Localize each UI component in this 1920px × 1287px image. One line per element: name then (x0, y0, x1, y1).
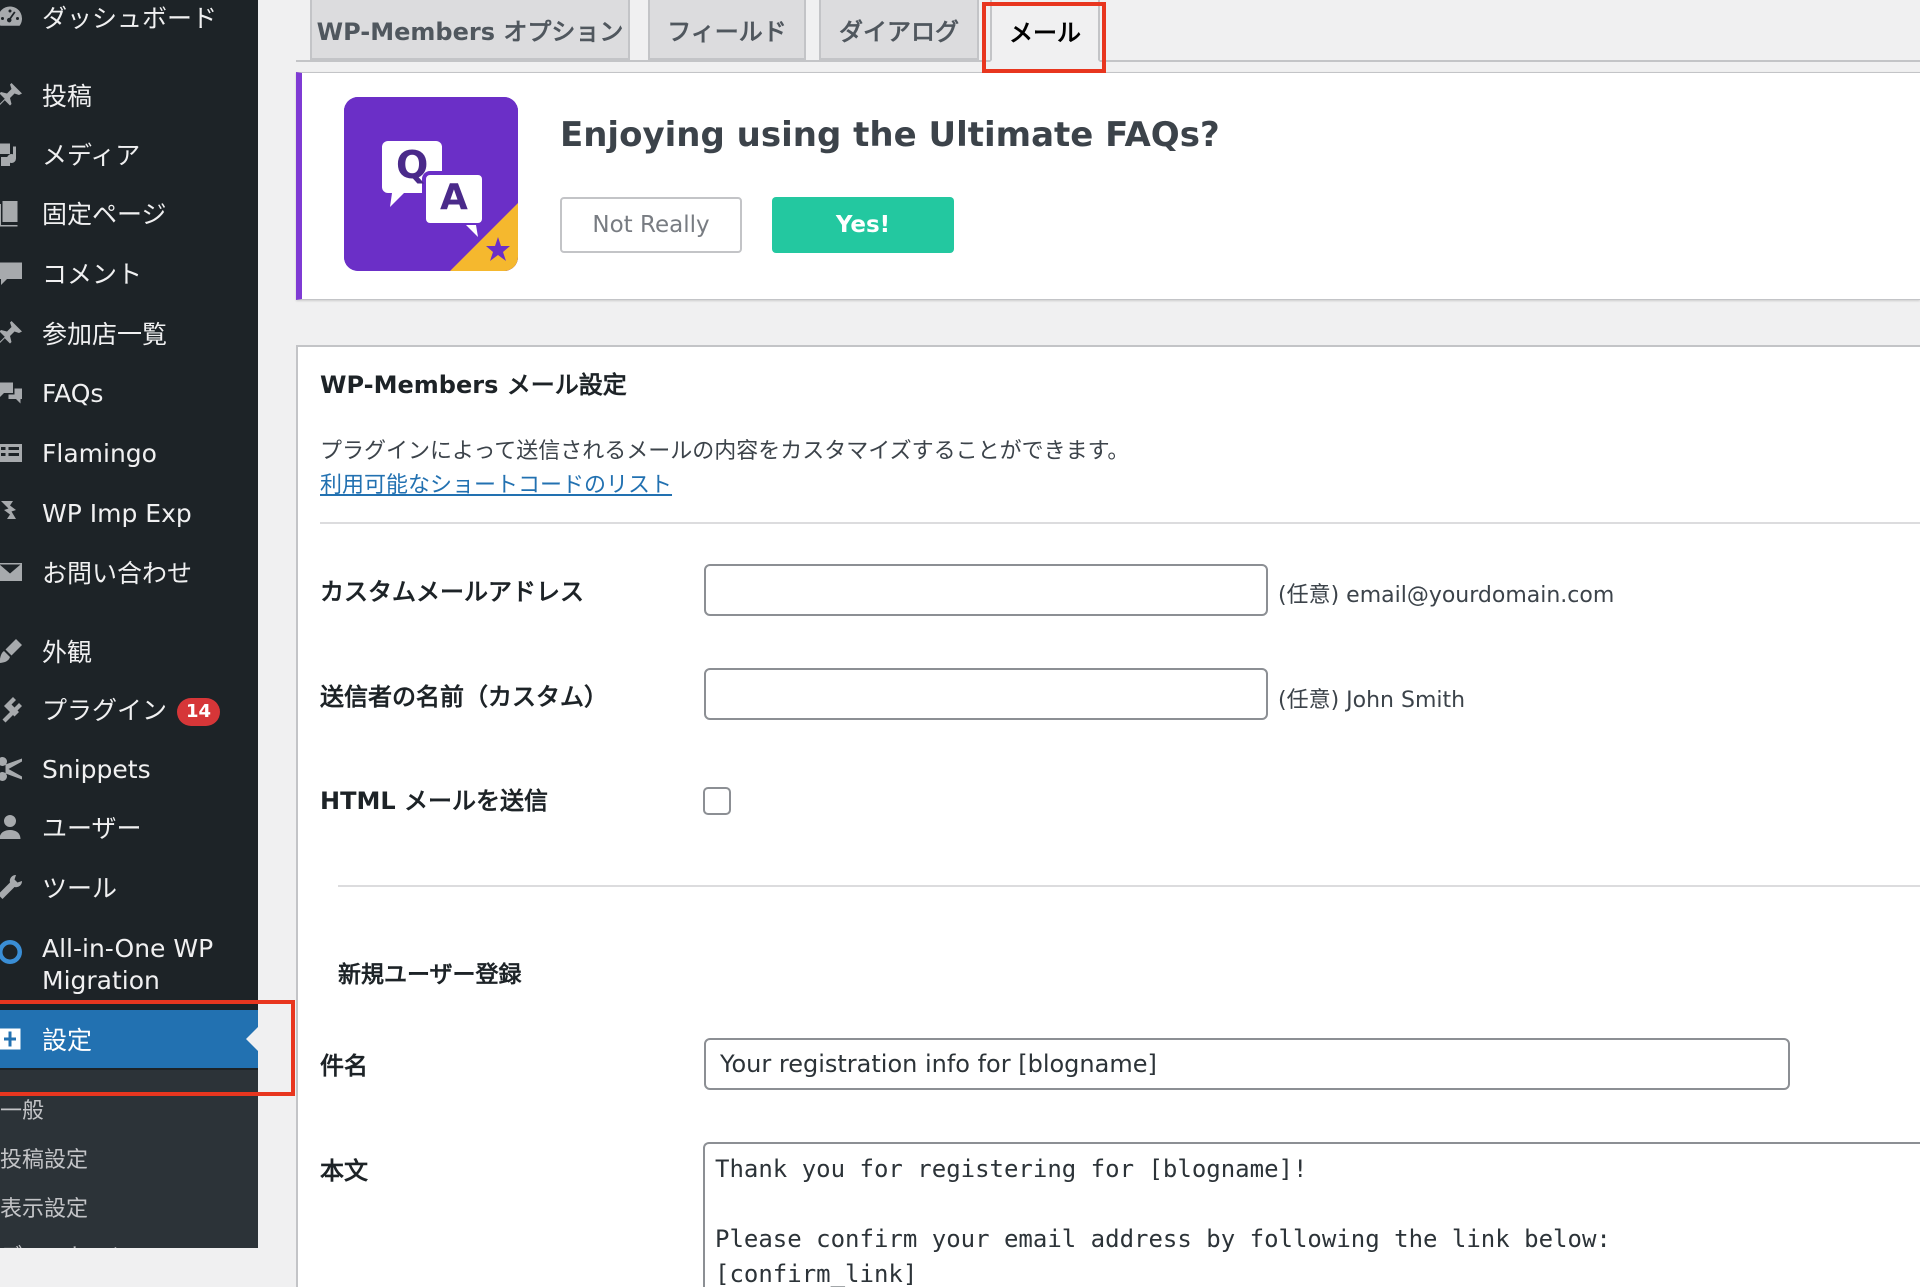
sidebar-item-flamingo[interactable]: Flamingo (0, 430, 258, 476)
sidebar-item-contact[interactable]: お問い合わせ (0, 549, 258, 595)
sidebar-item-label: お問い合わせ (42, 559, 193, 588)
chat-bubbles-icon (0, 377, 26, 409)
sidebar-item-settings[interactable]: 設定 (0, 1010, 258, 1068)
sidebar-item-snippets[interactable]: Snippets (0, 746, 258, 792)
sender-name-label: 送信者の名前（カスタム） (320, 683, 608, 711)
sidebar-item-label: コメント (42, 260, 143, 289)
sidebar-item-dashboard[interactable]: ダッシュボード (0, 0, 258, 40)
ultimate-faqs-logo: Q A (344, 97, 518, 271)
email-settings-panel: WP-Members メール設定 プラグインによって送信されるメールの内容をカス… (296, 345, 1920, 1287)
sidebar-item-comments[interactable]: コメント (0, 250, 258, 296)
sidebar-item-label: ダッシュボード (42, 4, 218, 33)
body-textarea[interactable]: Thank you for registering for [blogname]… (703, 1142, 1920, 1287)
sidebar-item-label: 投稿 (42, 82, 93, 111)
page-icon (0, 197, 26, 229)
divider (320, 522, 1920, 524)
subject-input[interactable] (704, 1038, 1790, 1090)
sidebar-item-label: 固定ページ (42, 200, 167, 229)
logo-a-letter: A (440, 177, 468, 218)
sender-name-input[interactable] (704, 668, 1268, 720)
scissors-icon (0, 753, 26, 785)
settings-submenu: 一般 投稿設定 表示設定 ディスカッション (0, 1070, 258, 1248)
sidebar-item-label: プラグイン 14 (42, 691, 221, 727)
settings-tab-bar: WP-Members オプション フィールド ダイアログ メール (296, 0, 1920, 62)
subject-label: 件名 (320, 1052, 368, 1080)
sidebar-item-media[interactable]: メディア (0, 131, 258, 177)
panel-title: WP-Members メール設定 (320, 371, 627, 399)
mail-icon (0, 556, 26, 588)
transfer-icon (0, 497, 26, 529)
media-icon (0, 138, 26, 170)
sidebar-item-appearance[interactable]: 外観 (0, 628, 258, 674)
settings-icon (0, 1023, 26, 1055)
submenu-item-discussion[interactable]: ディスカッション (0, 1239, 174, 1248)
migration-icon (0, 936, 26, 968)
logo-q-letter: Q (396, 143, 429, 187)
sidebar-item-label: ユーザー (42, 814, 142, 843)
tab-email[interactable]: メール (990, 0, 1100, 62)
sidebar-item-label: Snippets (42, 754, 151, 784)
submenu-item-general[interactable]: 一般 (0, 1093, 44, 1125)
sidebar-item-posts[interactable]: 投稿 (0, 72, 258, 118)
custom-email-label: カスタムメールアドレス (320, 578, 584, 606)
sidebar-item-tools[interactable]: ツール (0, 864, 258, 910)
admin-sidebar: ダッシュボード 投稿 メディア 固定ページ コメント 参加店一覧 FAQs Fl… (0, 0, 258, 1248)
divider (338, 885, 1920, 887)
sidebar-item-faqs[interactable]: FAQs (0, 370, 258, 416)
custom-email-input[interactable] (704, 564, 1268, 616)
submenu-item-reading[interactable]: 表示設定 (0, 1191, 88, 1223)
yes-button[interactable]: Yes! (772, 197, 954, 253)
dashboard-icon (0, 1, 26, 33)
html-mail-checkbox[interactable] (703, 787, 731, 815)
sidebar-item-wpimpexp[interactable]: WP Imp Exp (0, 490, 258, 536)
tab-fields[interactable]: フィールド (648, 0, 806, 60)
plugin-update-badge: 14 (177, 698, 221, 726)
review-notice: Q A Enjoying using the Ultimate FAQs? No… (296, 72, 1920, 300)
wrench-icon (0, 871, 26, 903)
panel-description: プラグインによって送信されるメールの内容をカスタマイズすることができます。 (320, 439, 1130, 464)
tab-dialogs[interactable]: ダイアログ (819, 0, 979, 60)
sidebar-item-label: 参加店一覧 (42, 320, 168, 349)
plugin-icon (0, 693, 26, 725)
sidebar-item-label: 設定 (42, 1026, 93, 1055)
notice-title: Enjoying using the Ultimate FAQs? (560, 115, 1220, 155)
pin-icon (0, 79, 26, 111)
sidebar-item-label: Flamingo (42, 438, 157, 468)
comment-icon (0, 257, 26, 289)
sender-name-hint: (任意) John Smith (1278, 688, 1466, 713)
sidebar-item-plugins[interactable]: プラグイン 14 (0, 686, 258, 732)
new-user-registration-heading: 新規ユーザー登録 (338, 962, 522, 988)
pin-icon (0, 317, 26, 349)
shortcode-list-link[interactable]: 利用可能なショートコードのリスト (320, 467, 672, 499)
sidebar-item-users[interactable]: ユーザー (0, 804, 258, 850)
sidebar-item-label: ツール (42, 874, 118, 903)
sidebar-item-migration[interactable]: All-in-One WP Migration (0, 930, 258, 1000)
current-menu-arrow (246, 1027, 258, 1051)
list-icon (0, 437, 26, 469)
html-mail-label: HTML メールを送信 (320, 787, 548, 815)
sidebar-item-pages[interactable]: 固定ページ (0, 190, 258, 236)
not-really-button[interactable]: Not Really (560, 197, 742, 253)
sidebar-item-label: メディア (42, 141, 141, 170)
body-label: 本文 (320, 1157, 368, 1185)
sidebar-item-label: FAQs (42, 378, 104, 408)
brush-icon (0, 635, 26, 667)
sidebar-item-label: WP Imp Exp (42, 498, 192, 528)
sidebar-item-label: 外観 (42, 638, 93, 667)
custom-email-hint: (任意) email@yourdomain.com (1278, 583, 1615, 608)
user-icon (0, 811, 26, 843)
tab-wp-members-options[interactable]: WP-Members オプション (310, 0, 630, 60)
sidebar-item-label: All-in-One WP Migration (42, 934, 214, 995)
submenu-item-writing[interactable]: 投稿設定 (0, 1142, 88, 1174)
sidebar-item-shops[interactable]: 参加店一覧 (0, 310, 258, 356)
